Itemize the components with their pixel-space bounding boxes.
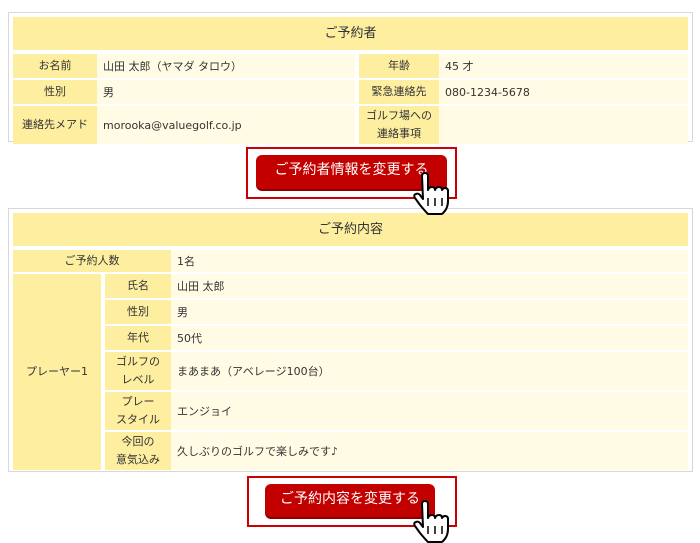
player-age-value: 50代 <box>171 326 688 350</box>
style-label-line2: スタイル <box>116 413 160 426</box>
booker-title: ご予約者 <box>13 17 688 50</box>
fullname-label: 氏名 <box>105 274 172 298</box>
note-value <box>439 106 688 144</box>
fullname-value: 山田 太郎 <box>171 274 688 298</box>
motivation-label-line2: 意気込み <box>116 453 160 466</box>
reservation-title: ご予約内容 <box>13 213 688 246</box>
motivation-label-line1: 今回の <box>121 435 155 449</box>
count-value: 1名 <box>171 250 688 272</box>
reservation-row-count: ご予約人数 1名 <box>13 250 688 272</box>
count-label: ご予約人数 <box>13 250 172 272</box>
level-value: まあまあ（アベレージ100台） <box>171 352 688 390</box>
email-value: morooka@valuegolf.co.jp <box>97 106 355 144</box>
reservation-panel: ご予約内容 ご予約人数 1名 プレーヤー1 氏名 山田 太郎 性別 男 年代 5… <box>8 208 693 472</box>
reservation-row-gender: 性別 男 <box>13 300 688 324</box>
style-label: プレー スタイル <box>105 392 172 430</box>
age-label: 年齢 <box>359 54 439 78</box>
gender-value: 男 <box>97 80 355 104</box>
player-label: プレーヤー1 <box>13 274 101 470</box>
booker-row-gender: 性別 男 緊急連絡先 080-1234-5678 <box>13 80 688 104</box>
note-label-line2: 連絡事項 <box>377 127 421 140</box>
style-label-line1: プレー <box>121 395 155 409</box>
reservation-table: ご予約人数 1名 プレーヤー1 氏名 山田 太郎 性別 男 年代 50代 ゴルフ… <box>13 248 688 472</box>
name-value: 山田 太郎（ヤマダ タロウ） <box>97 54 355 78</box>
reservation-row-age: 年代 50代 <box>13 326 688 350</box>
age-value: 45 才 <box>439 54 688 78</box>
reservation-row-motivation: 今回の 意気込み 久しぶりのゴルフで楽しみです♪ <box>13 432 688 470</box>
reservation-row-style: プレー スタイル エンジョイ <box>13 392 688 430</box>
reservation-row-level: ゴルフの レベル まあまあ（アベレージ100台） <box>13 352 688 390</box>
booker-table: お名前 山田 太郎（ヤマダ タロウ） 年齢 45 才 性別 男 緊急連絡先 08… <box>13 52 688 146</box>
email-label: 連絡先メアド <box>13 106 97 144</box>
note-label: ゴルフ場への 連絡事項 <box>359 106 439 144</box>
player-gender-value: 男 <box>171 300 688 324</box>
level-label-line2: レベル <box>121 373 155 386</box>
player-age-label: 年代 <box>105 326 172 350</box>
name-label: お名前 <box>13 54 97 78</box>
note-label-line1: ゴルフ場への <box>366 109 432 123</box>
level-label-line1: ゴルフの <box>116 355 160 369</box>
motivation-value: 久しぶりのゴルフで楽しみです♪ <box>171 432 688 470</box>
change-reservation-button-label: ご予約内容を変更する <box>280 491 420 507</box>
emergency-value: 080-1234-5678 <box>439 80 688 104</box>
booker-row-name: お名前 山田 太郎（ヤマダ タロウ） 年齢 45 才 <box>13 54 688 78</box>
reservation-row-fullname: プレーヤー1 氏名 山田 太郎 <box>13 274 688 470</box>
booker-row-email: 連絡先メアド morooka@valuegolf.co.jp ゴルフ場への 連絡… <box>13 106 688 144</box>
style-value: エンジョイ <box>171 392 688 430</box>
gender-label: 性別 <box>13 80 97 104</box>
player-gender-label: 性別 <box>105 300 172 324</box>
level-label: ゴルフの レベル <box>105 352 172 390</box>
emergency-label: 緊急連絡先 <box>359 80 439 104</box>
pointer-hand-icon <box>413 500 449 543</box>
change-booker-button-label: ご予約者情報を変更する <box>274 162 429 178</box>
booker-panel: ご予約者 お名前 山田 太郎（ヤマダ タロウ） 年齢 45 才 性別 男 緊急連… <box>8 12 693 144</box>
pointer-hand-icon <box>413 172 449 215</box>
motivation-label: 今回の 意気込み <box>105 432 172 470</box>
